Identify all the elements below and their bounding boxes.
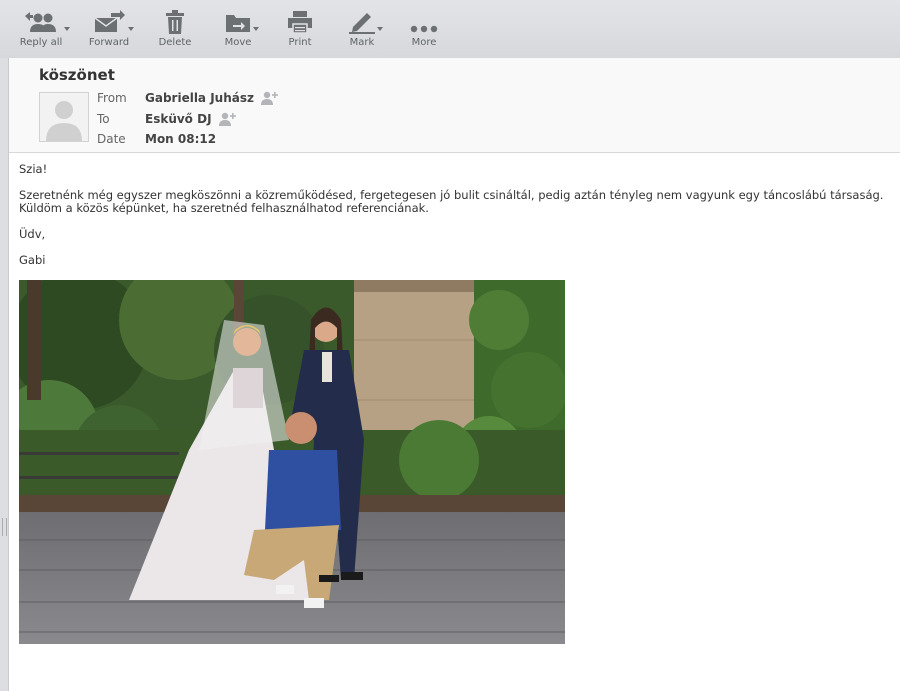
print-label: Print xyxy=(288,37,312,48)
move-button[interactable]: Move xyxy=(220,8,259,54)
inline-photo[interactable] xyxy=(19,280,565,644)
mark-button[interactable]: Mark xyxy=(343,8,383,54)
body-closing: Üdv, xyxy=(19,227,46,241)
avatar xyxy=(39,92,89,142)
forward-button[interactable]: Forward xyxy=(86,8,134,54)
delete-label: Delete xyxy=(158,37,192,48)
to-label: To xyxy=(97,112,110,126)
pencil-icon xyxy=(347,8,383,34)
more-label: More xyxy=(411,37,437,48)
dropdown-arrow-icon xyxy=(64,27,70,31)
printer-icon xyxy=(287,8,313,34)
from-label: From xyxy=(97,91,127,105)
dropdown-arrow-icon xyxy=(128,27,134,31)
message-body: Szia! Szeretnénk még egyszer megköszönni… xyxy=(19,163,889,280)
body-greeting: Szia! xyxy=(19,162,48,176)
forward-icon xyxy=(93,8,134,34)
to-value[interactable]: Esküvő DJ xyxy=(145,112,212,126)
more-button[interactable]: More xyxy=(407,8,441,54)
splitter-handle[interactable] xyxy=(2,518,7,536)
trash-icon xyxy=(164,8,186,34)
wedding-photo xyxy=(19,280,565,644)
add-contact-icon[interactable] xyxy=(218,112,237,126)
folder-move-icon xyxy=(225,8,259,34)
reply-all-icon xyxy=(24,8,70,34)
delete-button[interactable]: Delete xyxy=(155,8,195,54)
message-pane: köszönet From Gabriella Juhász To Esküvő… xyxy=(8,58,900,691)
dropdown-arrow-icon xyxy=(253,27,259,31)
from-value[interactable]: Gabriella Juhász xyxy=(145,91,254,105)
date-label: Date xyxy=(97,132,126,146)
from-row: From Gabriella Juhász xyxy=(97,89,279,107)
dropdown-arrow-icon xyxy=(377,27,383,31)
add-contact-icon[interactable] xyxy=(260,91,279,105)
body-signature: Gabi xyxy=(19,253,46,267)
reply-all-button[interactable]: Reply all xyxy=(18,8,70,54)
body-line-2: Küldöm a közös képünket, ha szeretnéd fe… xyxy=(19,201,429,215)
message-header: köszönet From Gabriella Juhász To Esküvő… xyxy=(9,58,900,153)
date-value: Mon 08:12 xyxy=(145,132,217,146)
print-button[interactable]: Print xyxy=(284,8,316,54)
ellipsis-icon xyxy=(409,8,439,34)
move-label: Move xyxy=(224,37,252,48)
body-line-1: Szeretnénk még egyszer megköszönni a köz… xyxy=(19,188,884,202)
contact-placeholder-icon xyxy=(40,93,88,141)
to-row: To Esküvő DJ xyxy=(97,110,237,128)
message-subject: köszönet xyxy=(39,66,115,84)
mark-label: Mark xyxy=(349,37,375,48)
reply-all-label: Reply all xyxy=(19,37,63,48)
pane-splitter[interactable] xyxy=(0,58,8,691)
date-row: Date Mon 08:12 xyxy=(97,130,216,148)
message-toolbar: Reply all Forward Delete Move Print Mark… xyxy=(0,0,900,58)
forward-label: Forward xyxy=(88,37,130,48)
